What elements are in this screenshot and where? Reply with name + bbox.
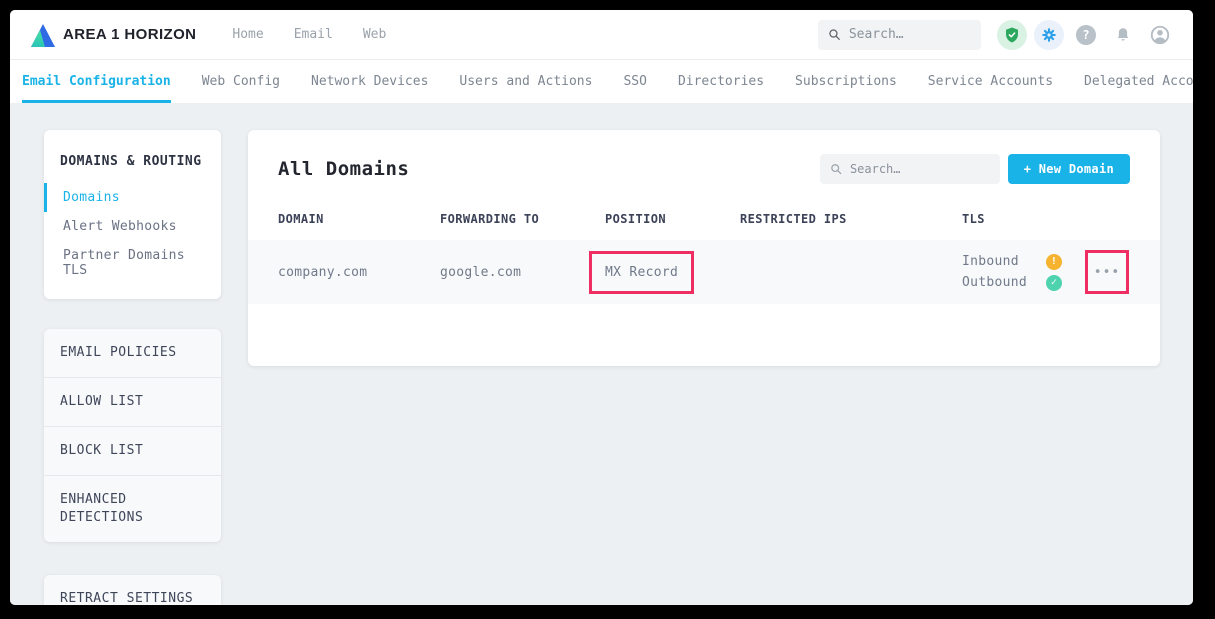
domains-search-input[interactable] [850, 162, 990, 176]
tab-web-config[interactable]: Web Config [202, 60, 280, 103]
domains-search[interactable] [820, 154, 1000, 184]
global-search[interactable] [818, 20, 981, 50]
sidebar-item-enhanced-detections[interactable]: ENHANCED DETECTIONS [44, 476, 221, 542]
sidebar-item-retract-settings[interactable]: RETRACT SETTINGS [44, 575, 221, 605]
sidebar-item-block-list[interactable]: BLOCK LIST [44, 427, 221, 476]
col-tls: TLS [962, 212, 1160, 240]
topbar: AREA 1 HORIZON Home Email Web [10, 10, 1193, 60]
tls-inbound-row: Inbound ! [962, 252, 1062, 271]
sidebar-item-alert-webhooks[interactable]: Alert Webhooks [44, 212, 221, 241]
sidebar-item-domains[interactable]: Domains [44, 183, 221, 212]
bell-icon [1114, 26, 1132, 44]
sidebar-item-partner-domains-tls[interactable]: Partner Domains TLS [44, 241, 221, 285]
annotation-box-position: MX Record [589, 251, 694, 294]
warning-status-icon: ! [1046, 254, 1062, 270]
domains-routing-title: DOMAINS & ROUTING [44, 142, 221, 183]
topbar-right: ? [818, 20, 1175, 50]
page-title: All Domains [278, 158, 409, 180]
table-header: DOMAIN FORWARDING TO POSITION RESTRICTED… [248, 212, 1160, 240]
policy-sections-card: EMAIL POLICIES ALLOW LIST BLOCK LIST ENH… [44, 329, 221, 542]
brand-logo[interactable]: AREA 1 HORIZON [30, 22, 196, 48]
brand-name: AREA 1 HORIZON [63, 26, 196, 43]
tls-outbound-label: Outbound [962, 275, 1046, 290]
position-value: MX Record [605, 265, 678, 280]
domains-routing-card: DOMAINS & ROUTING Domains Alert Webhooks… [44, 130, 221, 299]
row-menu-ellipsis-button[interactable]: ••• [1094, 266, 1120, 279]
notifications-button[interactable] [1108, 20, 1138, 50]
annotation-box-row-menu: ••• [1085, 250, 1129, 294]
sidebar: DOMAINS & ROUTING Domains Alert Webhooks… [44, 130, 221, 605]
top-nav: Home Email Web [232, 27, 386, 42]
tab-email-configuration[interactable]: Email Configuration [22, 60, 171, 103]
config-tabs: Email Configuration Web Config Network D… [10, 60, 1193, 103]
tab-service-accounts[interactable]: Service Accounts [928, 60, 1053, 103]
new-domain-button[interactable]: + New Domain [1008, 154, 1130, 184]
all-domains-panel: All Domains + New Domain DOMAIN FORWARDI… [248, 130, 1160, 366]
col-restricted-ips: RESTRICTED IPS [740, 212, 962, 240]
topbar-icons: ? [997, 20, 1175, 50]
cell-domain: company.com [278, 265, 440, 280]
help-icon: ? [1076, 25, 1096, 45]
table-row: company.com google.com MX Record Inbound… [248, 240, 1160, 304]
tab-directories[interactable]: Directories [678, 60, 764, 103]
search-icon [830, 162, 842, 176]
cell-tls: Inbound ! Outbound ✓ ••• [962, 250, 1160, 294]
account-circle-icon [1149, 24, 1171, 46]
cell-forwarding-to: google.com [440, 265, 605, 280]
search-icon [828, 27, 841, 42]
content-area: DOMAINS & ROUTING Domains Alert Webhooks… [10, 103, 1193, 605]
col-domain: DOMAIN [278, 212, 440, 240]
shield-check-icon [1003, 26, 1021, 44]
tls-status-block: Inbound ! Outbound ✓ [962, 252, 1062, 292]
col-forwarding-to: FORWARDING TO [440, 212, 605, 240]
success-status-icon: ✓ [1046, 275, 1062, 291]
security-shield-button[interactable] [997, 20, 1027, 50]
account-button[interactable] [1145, 20, 1175, 50]
retract-settings-card: RETRACT SETTINGS [44, 575, 221, 605]
app-window: AREA 1 HORIZON Home Email Web [10, 10, 1193, 605]
help-button[interactable]: ? [1071, 20, 1101, 50]
sidebar-item-allow-list[interactable]: ALLOW LIST [44, 378, 221, 427]
all-domains-header: All Domains + New Domain [248, 130, 1160, 184]
global-search-input[interactable] [849, 27, 971, 42]
cell-position: MX Record [605, 251, 740, 294]
tab-network-devices[interactable]: Network Devices [311, 60, 428, 103]
top-nav-email[interactable]: Email [294, 27, 333, 42]
col-position: POSITION [605, 212, 740, 240]
top-nav-home[interactable]: Home [232, 27, 263, 42]
gear-icon [1040, 26, 1058, 44]
tab-sso[interactable]: SSO [623, 60, 646, 103]
area1-triangle-logo-icon [30, 22, 56, 48]
sidebar-item-email-policies[interactable]: EMAIL POLICIES [44, 329, 221, 378]
tab-users-and-actions[interactable]: Users and Actions [459, 60, 592, 103]
tls-outbound-row: Outbound ✓ [962, 273, 1062, 292]
top-nav-web[interactable]: Web [363, 27, 386, 42]
tab-delegated-accounts[interactable]: Delegated Accounts [1084, 60, 1193, 103]
tab-subscriptions[interactable]: Subscriptions [795, 60, 897, 103]
settings-button[interactable] [1034, 20, 1064, 50]
tls-inbound-label: Inbound [962, 254, 1046, 269]
